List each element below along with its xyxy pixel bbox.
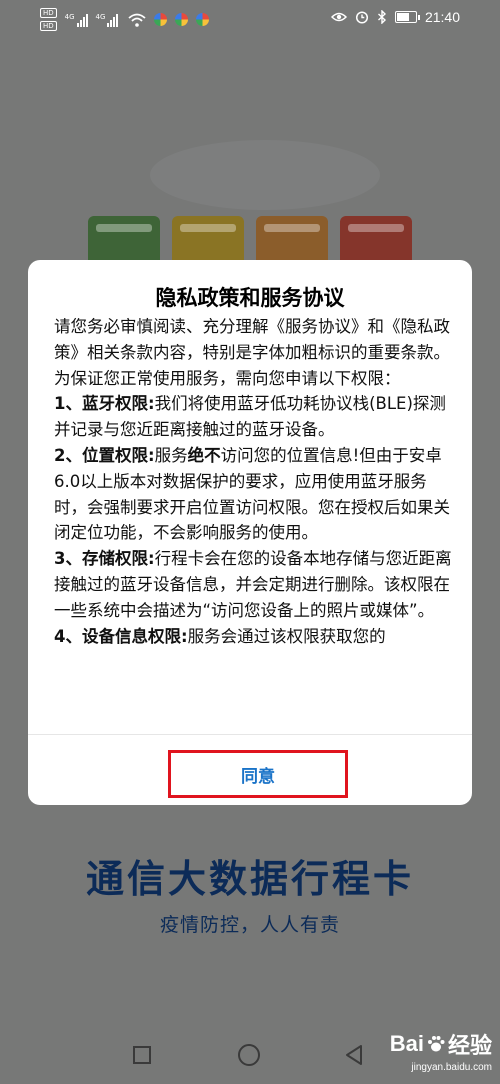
app-notification-icon bbox=[154, 13, 168, 26]
emphasis-text: 绝不 bbox=[187, 445, 221, 465]
battery-icon bbox=[394, 11, 420, 23]
privacy-dialog: 隐私政策和服务协议 请您务必审慎阅读、充分理解《服务协议》和《隐私政策》相关条款… bbox=[28, 260, 472, 805]
permission-text: 服务 bbox=[154, 445, 188, 465]
app-slogan: 疫情防控，人人有责 bbox=[159, 914, 340, 936]
permission-storage: 3、存储权限:行程卡会在您的设备本地存储与您近距离接触过的蓝牙设备信息，并会定期… bbox=[54, 546, 454, 623]
permission-heading: 4、设备信息权限: bbox=[54, 626, 188, 646]
permission-bluetooth: 1、蓝牙权限:我们将使用蓝牙低功耗协议栈(BLE)探测并记录与您近距离接触过的蓝… bbox=[54, 391, 454, 443]
hd-badge: HD bbox=[40, 21, 57, 31]
recent-apps-icon[interactable] bbox=[133, 1046, 151, 1064]
watermark-brand: Bai bbox=[389, 1031, 424, 1056]
watermark-label: 经验 bbox=[447, 1033, 492, 1058]
signal-icon: 4G bbox=[96, 13, 119, 27]
illustration-cloud bbox=[150, 140, 380, 210]
dialog-title: 隐私政策和服务协议 bbox=[155, 286, 345, 310]
clock: 21:40 bbox=[424, 9, 460, 25]
dialog-content[interactable]: 请您务必审慎阅读、充分理解《服务协议》和《隐私政策》相关条款内容，特别是字体加粗… bbox=[54, 314, 454, 730]
hd-badge: HD bbox=[40, 8, 57, 18]
wifi-icon bbox=[128, 13, 147, 27]
app-notification-icon bbox=[196, 13, 210, 26]
baidu-watermark: Bai 经验 jingyan.baidu.com bbox=[390, 1028, 492, 1073]
status-bar: HD HD 4G 4G 21:40 bbox=[0, 0, 500, 40]
alarm-icon bbox=[355, 11, 369, 24]
permission-heading: 1、蓝牙权限: bbox=[54, 394, 155, 414]
eye-icon bbox=[330, 12, 347, 22]
bluetooth-icon bbox=[377, 10, 386, 24]
watermark-url: jingyan.baidu.com bbox=[411, 1062, 492, 1073]
back-icon[interactable] bbox=[344, 1044, 364, 1066]
agree-button[interactable]: 同意 bbox=[168, 750, 348, 798]
signal-icon: 4G bbox=[65, 13, 88, 27]
app-title: 通信大数据行程卡 bbox=[85, 857, 414, 901]
permission-device-info: 4、设备信息权限:服务会通过该权限获取您的 bbox=[54, 624, 454, 650]
paw-icon bbox=[427, 1036, 445, 1052]
permission-text: 服务会通过该权限获取您的 bbox=[187, 626, 386, 646]
network-tag: 4G bbox=[64, 12, 75, 21]
permission-heading: 2、位置权限: bbox=[54, 445, 155, 465]
network-tag: 4G bbox=[95, 12, 106, 21]
home-icon[interactable] bbox=[238, 1044, 260, 1066]
app-notification-icon bbox=[175, 13, 189, 26]
permission-location: 2、位置权限:服务绝不访问您的位置信息!但由于安卓6.0以上版本对数据保护的要求… bbox=[54, 443, 454, 546]
permission-heading: 3、存储权限: bbox=[54, 549, 155, 569]
intro-text: 请您务必审慎阅读、充分理解《服务协议》和《隐私政策》相关条款内容，特别是字体加粗… bbox=[54, 317, 450, 388]
divider bbox=[28, 734, 472, 735]
